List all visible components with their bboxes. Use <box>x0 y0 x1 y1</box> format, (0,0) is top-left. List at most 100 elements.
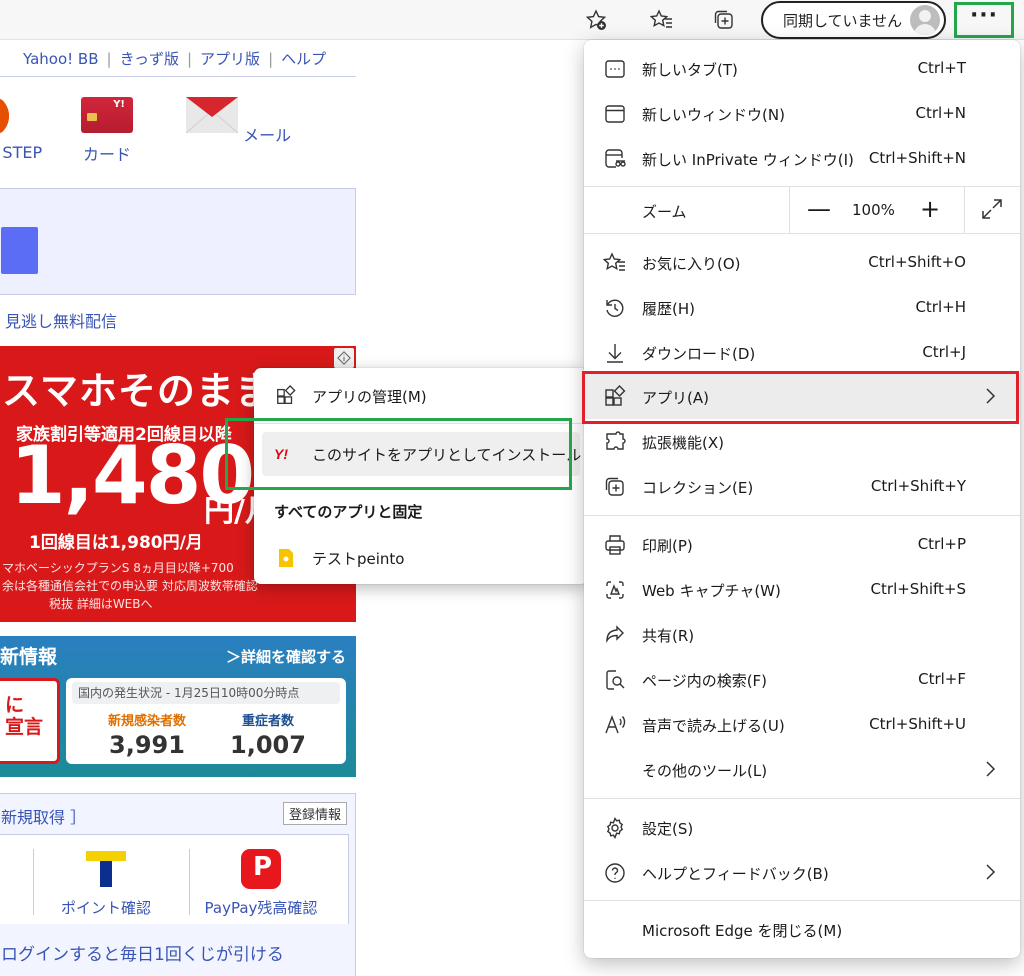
menu-label: 新しいタブ(T) <box>642 61 738 79</box>
menu-shortcut: Ctrl+J <box>922 343 966 361</box>
menu-help-feedback[interactable]: ヘルプとフィードバック(B) <box>584 850 1020 895</box>
link-kids[interactable]: きっず版 <box>120 48 179 69</box>
fullscreen-button[interactable] <box>980 197 1006 223</box>
web-capture-icon <box>602 577 628 603</box>
star-add-icon <box>585 9 607 30</box>
covid-detail-link[interactable]: ＞詳細を確認する <box>226 646 346 667</box>
menu-label: その他のツール(L) <box>642 762 768 780</box>
paypay-balance-link[interactable]: PayPay残高確認 <box>191 849 331 918</box>
manage-apps-item[interactable]: アプリの管理(M) <box>254 374 588 418</box>
menu-label: お気に入り(O) <box>642 255 741 273</box>
new-tab-icon <box>602 56 628 82</box>
menu-new-inprivate[interactable]: 新しい InPrivate ウィンドウ(I) Ctrl+Shift+N <box>584 136 1020 181</box>
t-point-icon <box>86 849 126 889</box>
link-help[interactable]: ヘルプ <box>281 48 326 69</box>
mail-envelope-icon <box>185 97 239 134</box>
registration-info-button[interactable]: 登録情報 <box>282 802 347 825</box>
ad-fine-print: 余は各種通信会社での申込要 対応周波数帯確認 <box>2 579 258 593</box>
menu-web-capture[interactable]: Web キャプチャ(W) Ctrl+Shift+S <box>584 567 1020 612</box>
menu-label: Web キャプチャ(W) <box>642 582 781 600</box>
emergency-declaration-badge[interactable]: に 宣言 <box>0 678 60 764</box>
menu-extensions[interactable]: 拡張機能(X) <box>584 419 1020 464</box>
service-label: カード <box>82 145 131 164</box>
menu-downloads[interactable]: ダウンロード(D) Ctrl+J <box>584 330 1020 375</box>
service-mail[interactable]: メール <box>185 97 291 146</box>
settings-and-more-button[interactable]: ··· <box>954 2 1014 38</box>
fullscreen-icon <box>982 199 1002 219</box>
menu-shortcut: Ctrl+Shift+O <box>868 253 966 271</box>
service-label: メール <box>243 126 292 145</box>
menu-label: 新しいウィンドウ(N) <box>642 106 785 124</box>
point-check-link[interactable]: ポイント確認 <box>51 849 161 918</box>
menu-close-edge[interactable]: Microsoft Edge を閉じる(M) <box>584 907 1020 952</box>
svg-text:Y!: Y! <box>274 447 288 461</box>
login-lottery-link[interactable]: ログインすると毎日1回くじが引ける <box>1 940 284 965</box>
covid-stats-card[interactable]: 国内の発生状況 - 1月25日10時00分時点 新規感染者数 3,991 重症者… <box>66 678 346 764</box>
profile-sync-button[interactable]: 同期していません <box>761 1 946 39</box>
stat-value: 1,007 <box>230 731 306 759</box>
chevron-right-icon <box>986 761 996 777</box>
service-card[interactable]: カード <box>76 97 138 165</box>
menu-label: ヘルプとフィードバック(B) <box>642 865 829 883</box>
login-shortcuts: ポイント確認 PayPay残高確認 <box>0 834 349 924</box>
install-site-label: このサイトをアプリとしてインストール <box>312 445 582 464</box>
menu-shortcut: Ctrl+Shift+S <box>870 580 966 598</box>
covid-as-of: 国内の発生状況 - 1月25日10時00分時点 <box>72 682 340 704</box>
share-icon <box>602 622 628 648</box>
promo-banner[interactable] <box>0 188 356 295</box>
zoom-in-button[interactable]: + <box>917 197 943 223</box>
menu-label: コレクション(E) <box>642 479 754 497</box>
menu-collections[interactable]: コレクション(E) Ctrl+Shift+Y <box>584 464 1020 509</box>
menu-label: 拡張機能(X) <box>642 434 724 452</box>
menu-new-window[interactable]: 新しいウィンドウ(N) Ctrl+N <box>584 91 1020 136</box>
installed-app-item[interactable]: テストpeinto <box>254 536 588 580</box>
menu-more-tools[interactable]: その他のツール(L) <box>584 747 1020 792</box>
collections-button[interactable] <box>706 2 742 38</box>
divider <box>789 187 790 233</box>
menu-apps[interactable]: アプリ(A) <box>584 374 1020 419</box>
menu-shortcut: Ctrl+T <box>917 59 966 77</box>
menu-favorites[interactable]: お気に入り(O) Ctrl+Shift+O <box>584 240 1020 285</box>
covid-info-panel: 新情報 ＞詳細を確認する に 宣言 国内の発生状況 - 1月25日10時00分時… <box>0 636 356 777</box>
menu-print[interactable]: 印刷(P) Ctrl+P <box>584 522 1020 567</box>
help-question-icon <box>602 860 628 886</box>
favorites-button[interactable] <box>644 2 680 38</box>
service-label: y STEP <box>0 143 43 162</box>
zoom-out-button[interactable]: — <box>806 197 832 223</box>
divider <box>584 798 1020 799</box>
menu-shortcut: Ctrl+N <box>915 104 966 122</box>
divider <box>584 900 1020 901</box>
link-separator: | <box>268 49 274 68</box>
menu-label: 音声で読み上げる(U) <box>642 717 785 735</box>
manage-apps-label: アプリの管理(M) <box>312 387 427 406</box>
alert-text: 宣言 <box>5 715 44 738</box>
menu-label: 印刷(P) <box>642 537 693 555</box>
browser-toolbar: 同期していません ··· <box>0 0 1024 40</box>
ad-fine-print: 税抜 詳細はWEBへ <box>49 597 153 611</box>
divider <box>33 849 34 915</box>
menu-settings[interactable]: 設定(S) <box>584 805 1020 850</box>
login-title[interactable]: 新規取得 ］ <box>1 804 86 828</box>
link-separator: | <box>106 49 112 68</box>
add-favorite-button[interactable] <box>578 2 614 38</box>
link-yahoo-bb[interactable]: Yahoo! BB <box>23 50 99 68</box>
link-app-version[interactable]: アプリ版 <box>200 48 260 69</box>
link-separator: | <box>186 49 193 68</box>
menu-new-tab[interactable]: 新しいタブ(T) Ctrl+T <box>584 46 1020 91</box>
ad-info-icon[interactable] <box>334 348 354 368</box>
alert-text: に <box>5 694 25 716</box>
app-file-icon <box>274 546 298 570</box>
menu-label: Microsoft Edge を閉じる(M) <box>642 922 843 940</box>
install-site-as-app-item[interactable]: Y! このサイトをアプリとしてインストール <box>262 432 582 476</box>
menu-find-on-page[interactable]: ページ内の検索(F) Ctrl+F <box>584 657 1020 702</box>
free-stream-link[interactable]: 見逃し無料配信 <box>5 308 117 332</box>
service-paypay-step[interactable]: y STEP <box>0 97 50 162</box>
menu-share[interactable]: 共有(R) <box>584 612 1020 657</box>
menu-read-aloud[interactable]: 音声で読み上げる(U) Ctrl+Shift+U <box>584 702 1020 747</box>
menu-label: 設定(S) <box>642 820 694 838</box>
apps-icon <box>274 384 298 408</box>
menu-history[interactable]: 履歴(H) Ctrl+H <box>584 285 1020 330</box>
menu-label: ダウンロード(D) <box>642 345 756 363</box>
avatar-icon <box>910 5 940 35</box>
menu-shortcut: Ctrl+Shift+Y <box>870 477 966 495</box>
